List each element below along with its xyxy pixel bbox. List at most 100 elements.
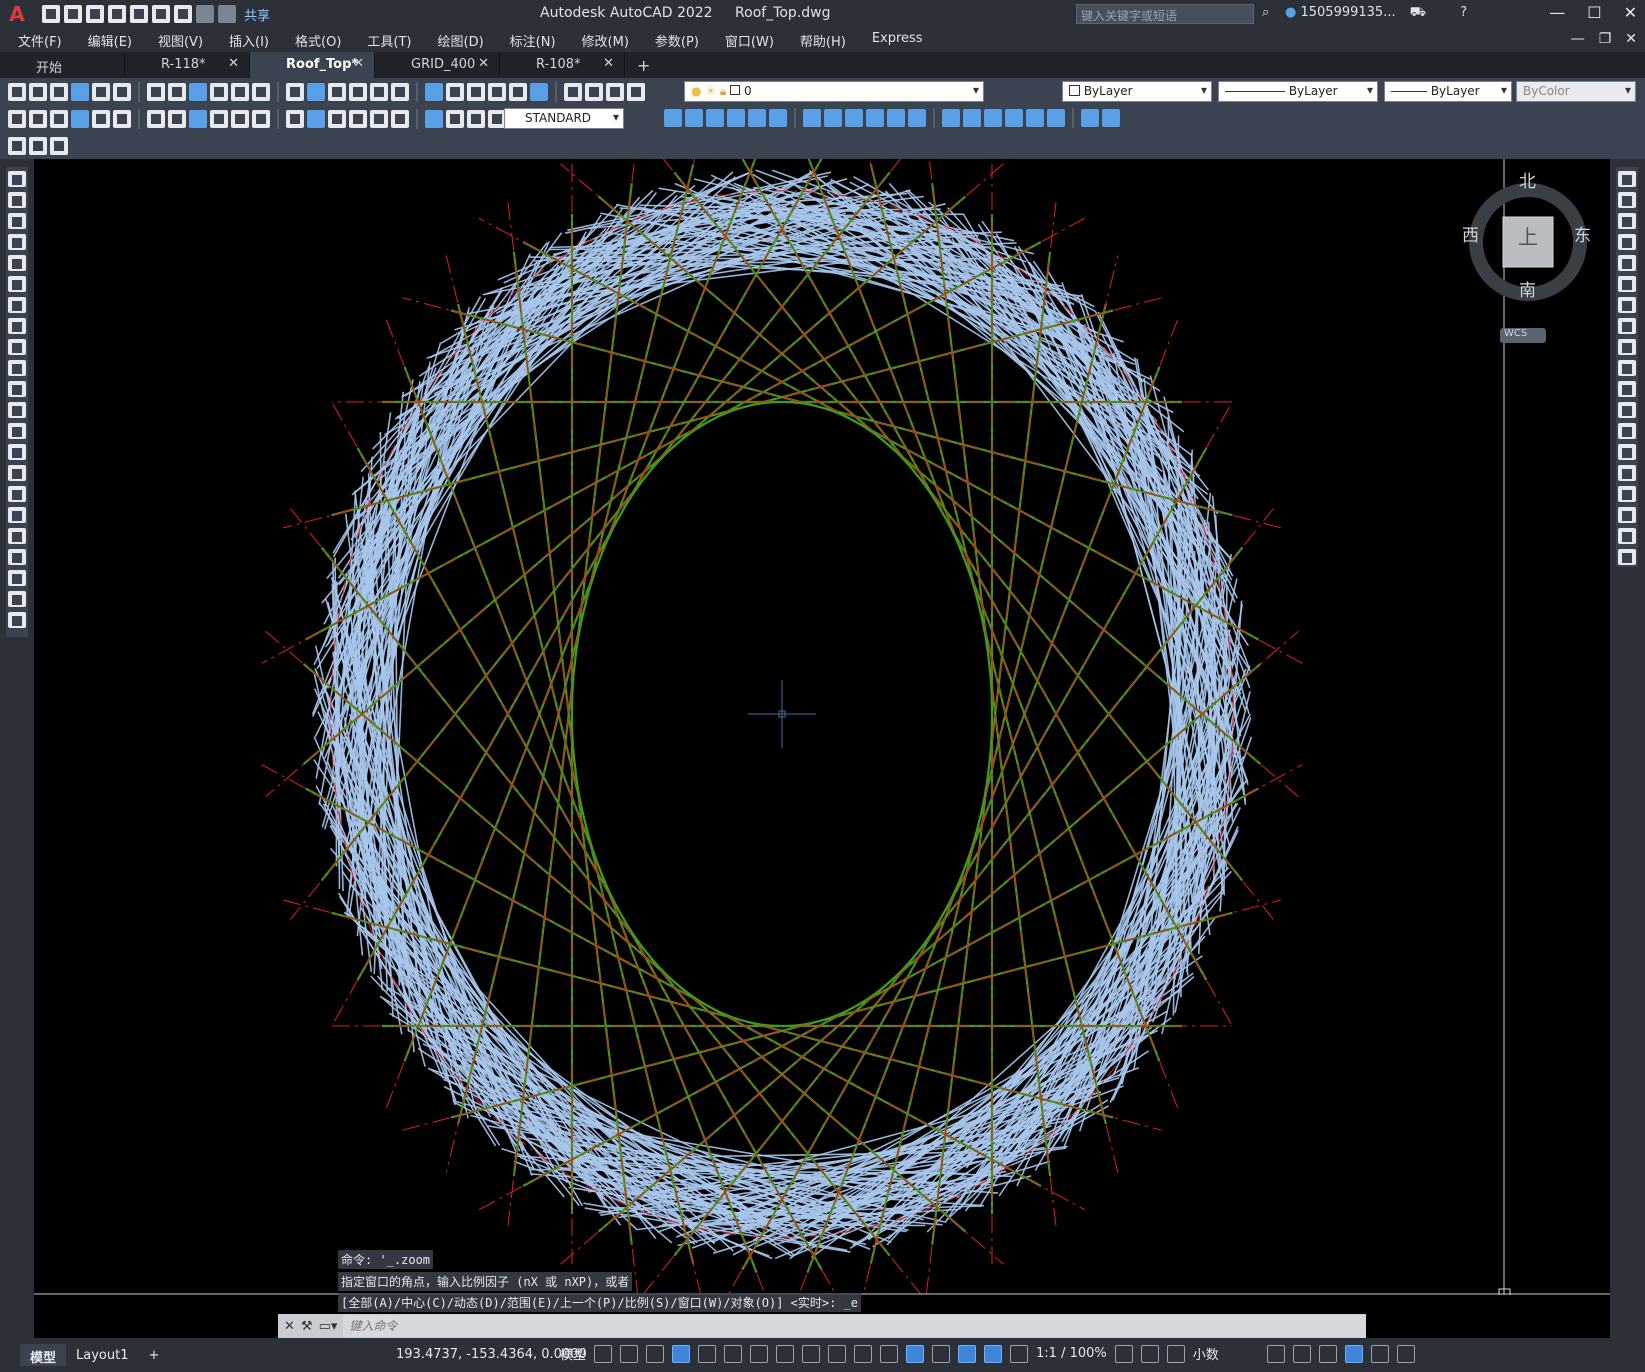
model-space-toggle[interactable]: 模型	[560, 1344, 586, 1363]
tab-roof-top[interactable]: Roof_Top* ✕	[250, 52, 375, 78]
modify-tool-vertical-6-icon[interactable]	[1618, 276, 1636, 292]
modify-tool-vertical-8-icon[interactable]	[1618, 318, 1636, 334]
standard-tool-6-icon[interactable]	[113, 82, 131, 101]
tab-start[interactable]: 开始	[0, 52, 125, 78]
standard-tool-3-icon[interactable]	[50, 82, 68, 101]
modify-tool-8-icon[interactable]	[824, 109, 842, 127]
user-account[interactable]: ● 1505999135... ⛟ ?	[1285, 5, 1467, 22]
layer-freeze-icon[interactable]: ☀	[705, 84, 716, 98]
standard-tool-8-icon[interactable]	[168, 82, 186, 101]
draw-tool-21-icon[interactable]	[8, 591, 26, 607]
draw-tool-11-icon[interactable]	[8, 381, 26, 397]
gizmo-icon[interactable]	[958, 1344, 977, 1363]
dimension-tool-6-icon[interactable]	[113, 109, 131, 128]
menu-modify[interactable]: 修改(M)	[582, 31, 629, 50]
modify-tool-vertical-14-icon[interactable]	[1618, 444, 1636, 460]
modify-tool-vertical-4-icon[interactable]	[1618, 234, 1636, 250]
draw-tool-8-icon[interactable]	[8, 318, 26, 334]
dimension-tool-7-icon[interactable]	[147, 109, 165, 128]
modify-tool-9-icon[interactable]	[845, 109, 863, 127]
modify-tool-vertical-12-icon[interactable]	[1618, 402, 1636, 418]
doc-close-icon[interactable]: ✕	[1625, 31, 1637, 47]
isolate-objects-icon[interactable]	[1318, 1344, 1337, 1363]
dimension-tool-16-icon[interactable]	[349, 109, 367, 128]
wcs-menu[interactable]: WCS	[1500, 328, 1546, 343]
standard-tool-19-icon[interactable]	[425, 82, 443, 101]
standard-tool-9-icon[interactable]	[189, 82, 207, 101]
search-icon[interactable]: ⌕	[1262, 5, 1269, 20]
menu-edit[interactable]: 编辑(E)	[88, 31, 132, 50]
new-tab-icon[interactable]: +	[637, 56, 650, 75]
standard-tool-22-icon[interactable]	[488, 82, 506, 101]
snap-icon[interactable]	[620, 1344, 639, 1363]
menu-parametric[interactable]: 参数(P)	[655, 31, 699, 50]
dynamic-ucs-icon[interactable]	[906, 1344, 925, 1363]
draw-tool-18-icon[interactable]	[8, 528, 26, 544]
dimension-tool-21-icon[interactable]	[467, 109, 485, 128]
standard-tool-27-icon[interactable]	[606, 82, 624, 101]
menu-window[interactable]: 窗口(W)	[725, 31, 774, 50]
standard-tool-4-icon[interactable]	[71, 82, 89, 101]
save-as-icon[interactable]	[108, 5, 126, 23]
dimension-tool-12-icon[interactable]	[252, 109, 270, 128]
osnap-icon[interactable]	[776, 1344, 795, 1363]
tab-close-icon[interactable]: ✕	[603, 56, 614, 71]
modify-tool-vertical-5-icon[interactable]	[1618, 255, 1636, 271]
modify-tool-vertical-3-icon[interactable]	[1618, 213, 1636, 229]
modify-tool-vertical-19-icon[interactable]	[1618, 549, 1636, 565]
dimension-tool-3-icon[interactable]	[50, 109, 68, 128]
modify-tool-1-icon[interactable]	[664, 109, 682, 127]
standard-tool-18-icon[interactable]	[391, 82, 409, 101]
draw-tool-4-icon[interactable]	[8, 234, 26, 250]
workspace-gear-icon[interactable]	[1114, 1344, 1133, 1363]
menu-file[interactable]: 文件(F)	[18, 31, 62, 50]
standard-tool-5-icon[interactable]	[92, 82, 110, 101]
selection-cycling-icon[interactable]	[854, 1344, 873, 1363]
doc-restore-icon[interactable]: ❐	[1599, 31, 1612, 47]
standard-tool-21-icon[interactable]	[467, 82, 485, 101]
modify-tool-11-icon[interactable]	[887, 109, 905, 127]
model-tab[interactable]: 模型	[20, 1344, 67, 1366]
menu-format[interactable]: 格式(O)	[295, 31, 341, 50]
annotation-scale[interactable]: 1:1 / 100%	[1036, 1346, 1107, 1361]
roof-top-drawing[interactable]: Y	[34, 108, 1610, 1372]
lineweight-dropdown[interactable]: ByLayer	[1384, 81, 1512, 102]
block-save-icon[interactable]	[50, 136, 68, 155]
draw-tool-2-icon[interactable]	[8, 192, 26, 208]
modify-tool-vertical-10-icon[interactable]	[1618, 360, 1636, 376]
layer-dropdown[interactable]: ● ☀ 🔒︎ 0	[684, 81, 984, 102]
modify-tool-vertical-16-icon[interactable]	[1618, 486, 1636, 502]
modify-tool-14-icon[interactable]	[963, 109, 981, 127]
modify-tool-16-icon[interactable]	[1005, 109, 1023, 127]
standard-tool-20-icon[interactable]	[446, 82, 464, 101]
dimension-tool-8-icon[interactable]	[168, 109, 186, 128]
undo-icon[interactable]	[196, 5, 214, 23]
modify-tool-19-icon[interactable]	[1081, 109, 1099, 127]
quick-properties-icon[interactable]	[1266, 1344, 1285, 1363]
standard-tool-1-icon[interactable]	[8, 82, 26, 101]
tab-grid400[interactable]: GRID_400 ✕	[375, 52, 500, 78]
plotstyle-dropdown[interactable]: ByColor	[1516, 81, 1636, 102]
annotation-visibility-icon[interactable]	[984, 1344, 1003, 1363]
draw-tool-19-icon[interactable]	[8, 549, 26, 565]
dimension-tool-9-icon[interactable]	[189, 109, 207, 128]
modify-tool-vertical-18-icon[interactable]	[1618, 528, 1636, 544]
transparency-icon[interactable]	[828, 1344, 847, 1363]
attribute-edit-icon[interactable]	[8, 136, 26, 155]
modify-tool-12-icon[interactable]	[908, 109, 926, 127]
minimize-icon[interactable]: —	[1549, 3, 1565, 22]
layer-lock-icon[interactable]: 🔒︎	[720, 84, 726, 98]
tab-r108[interactable]: R-108* ✕	[500, 52, 625, 78]
isodraft-icon[interactable]	[724, 1344, 743, 1363]
modify-tool-vertical-11-icon[interactable]	[1618, 381, 1636, 397]
menu-dimension[interactable]: 标注(N)	[510, 31, 556, 50]
draw-tool-13-icon[interactable]	[8, 423, 26, 439]
standard-tool-15-icon[interactable]	[328, 82, 346, 101]
standard-tool-10-icon[interactable]	[210, 82, 228, 101]
graphics-performance-icon[interactable]	[1292, 1344, 1311, 1363]
layout1-tab[interactable]: Layout1	[66, 1348, 138, 1363]
compass-south[interactable]: 南	[1519, 276, 1536, 301]
textstyle-dropdown[interactable]: STANDARD	[504, 108, 624, 129]
modify-tool-17-icon[interactable]	[1026, 109, 1044, 127]
modify-tool-13-icon[interactable]	[942, 109, 960, 127]
